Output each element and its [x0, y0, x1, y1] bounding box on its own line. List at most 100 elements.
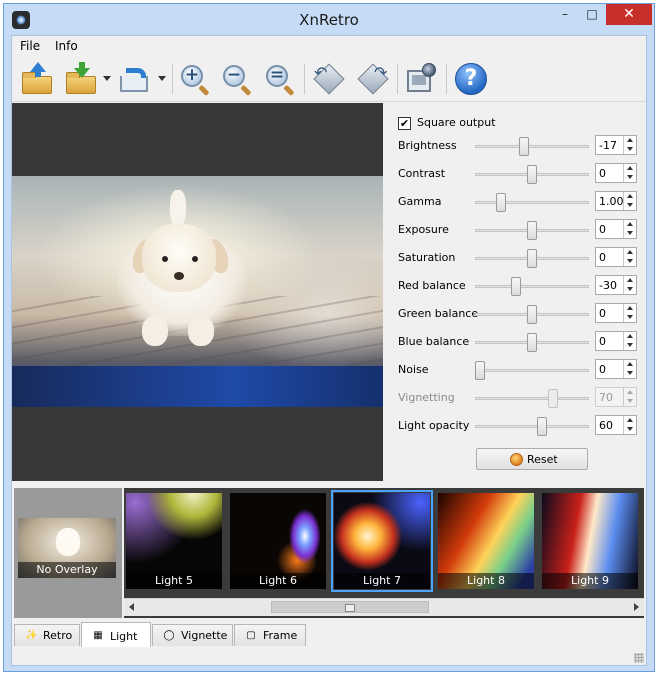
green-balance-decrement-arrow-icon[interactable]	[624, 313, 636, 322]
toolbar: + − = ↶ ↷ ?	[12, 56, 646, 102]
brightness-increment-arrow-icon[interactable]	[624, 136, 636, 145]
menu-info[interactable]: Info	[52, 39, 81, 53]
overlay-thumbnail[interactable]: Light 8	[438, 493, 534, 589]
light-grid-icon: ▦	[93, 630, 103, 641]
gamma-value: 1.00	[599, 195, 624, 208]
red-balance-slider[interactable]	[475, 285, 589, 288]
noise-slider[interactable]	[475, 369, 589, 372]
overlay-thumbnail[interactable]: Light 5	[126, 493, 222, 589]
open-button[interactable]	[20, 62, 54, 96]
tab-vignette[interactable]: ◯ Vignette	[152, 624, 233, 646]
square-output-checkbox[interactable]: ✔	[398, 117, 411, 130]
green-balance-slider-handle[interactable]	[527, 305, 537, 324]
gamma-slider-handle[interactable]	[495, 193, 506, 212]
maximize-button[interactable]: □	[579, 4, 605, 25]
gamma-decrement-arrow-icon[interactable]	[624, 201, 636, 210]
brightness-label: Brightness	[398, 139, 457, 152]
save-folder-icon	[66, 72, 96, 94]
help-button[interactable]: ?	[454, 62, 488, 96]
overlay-thumbnail[interactable]: Light 9	[542, 493, 638, 589]
blue-balance-value: 0	[599, 335, 606, 348]
resize-grip-icon[interactable]	[634, 653, 644, 663]
menu-file[interactable]: File	[17, 39, 43, 53]
tab-retro[interactable]: ✨ Retro	[14, 624, 80, 646]
save-button[interactable]	[64, 62, 98, 96]
red-balance-decrement-arrow-icon[interactable]	[624, 285, 636, 294]
no-overlay-pane: No Overlay	[14, 488, 122, 618]
blue-balance-decrement-arrow-icon[interactable]	[624, 341, 636, 350]
green-balance-spinbox[interactable]: 0	[595, 303, 637, 323]
rotate-left-button[interactable]: ↶	[312, 62, 346, 96]
contrast-decrement-arrow-icon[interactable]	[624, 173, 636, 182]
noise-slider-handle[interactable]	[475, 361, 485, 380]
share-button[interactable]	[118, 62, 152, 96]
brightness-value: -17	[599, 139, 617, 152]
gamma-spinbox[interactable]: 1.00	[595, 191, 637, 211]
vignette-icon: ◯	[163, 630, 175, 641]
noise-decrement-arrow-icon[interactable]	[624, 369, 636, 378]
red-balance-label: Red balance	[398, 279, 466, 292]
noise-increment-arrow-icon[interactable]	[624, 360, 636, 369]
zoom-out-button[interactable]: −	[220, 62, 254, 97]
no-overlay-thumbnail[interactable]: No Overlay	[18, 518, 116, 578]
saturation-decrement-arrow-icon[interactable]	[624, 257, 636, 266]
red-balance-spinbox[interactable]: -30	[595, 275, 637, 295]
overlay-thumbnail[interactable]: Light 6	[230, 493, 326, 589]
light-opacity-slider-handle[interactable]	[537, 417, 548, 436]
noise-value: 0	[599, 363, 606, 376]
zoom-fit-button[interactable]: =	[263, 62, 297, 97]
close-button[interactable]: ✕	[606, 4, 652, 25]
overlay-thumbnail[interactable]: Light 7	[331, 490, 433, 592]
light-opacity-decrement-arrow-icon[interactable]	[624, 425, 636, 434]
exposure-label: Exposure	[398, 223, 449, 236]
save-dropdown-arrow[interactable]	[103, 76, 111, 82]
light-opacity-spinbox[interactable]: 60	[595, 415, 637, 435]
red-balance-increment-arrow-icon[interactable]	[624, 276, 636, 285]
share-dropdown-arrow[interactable]	[158, 76, 166, 82]
title-bar[interactable]: XnRetro – □ ✕	[4, 4, 654, 35]
contrast-increment-arrow-icon[interactable]	[624, 164, 636, 173]
light-opacity-increment-arrow-icon[interactable]	[624, 416, 636, 425]
saturation-slider-handle[interactable]	[527, 249, 537, 268]
horizontal-scrollbar[interactable]	[124, 598, 644, 616]
contrast-slider-handle[interactable]	[527, 165, 537, 184]
scrollbar-thumb[interactable]	[271, 601, 429, 613]
tab-light[interactable]: ▦ Light	[81, 622, 151, 647]
vignetting-increment-arrow-icon	[624, 388, 636, 397]
gamma-increment-arrow-icon[interactable]	[624, 192, 636, 201]
brightness-spinbox[interactable]: -17	[595, 135, 637, 155]
brightness-decrement-arrow-icon[interactable]	[624, 145, 636, 154]
frame-icon: ▢	[246, 630, 256, 641]
brightness-slider-handle[interactable]	[518, 137, 529, 156]
scroll-left-arrow-icon[interactable]	[124, 599, 141, 616]
reset-button[interactable]: Reset	[476, 448, 588, 470]
blue-balance-slider-handle[interactable]	[527, 333, 537, 352]
noise-spinbox[interactable]: 0	[595, 359, 637, 379]
rotate-right-button[interactable]: ↷	[356, 62, 390, 96]
blue-balance-label: Blue balance	[398, 335, 470, 348]
exposure-increment-arrow-icon[interactable]	[624, 220, 636, 229]
zoom-in-button[interactable]: +	[178, 62, 212, 97]
exposure-decrement-arrow-icon[interactable]	[624, 229, 636, 238]
light-opacity-slider[interactable]	[475, 425, 589, 428]
preview-settings-button[interactable]	[404, 62, 438, 96]
tab-frame[interactable]: ▢ Frame	[234, 624, 306, 646]
blue-balance-increment-arrow-icon[interactable]	[624, 332, 636, 341]
blue-balance-spinbox[interactable]: 0	[595, 331, 637, 351]
scroll-right-arrow-icon[interactable]	[627, 599, 644, 616]
minimize-button[interactable]: –	[552, 4, 578, 25]
contrast-spinbox[interactable]: 0	[595, 163, 637, 183]
exposure-spinbox[interactable]: 0	[595, 219, 637, 239]
saturation-spinbox[interactable]: 0	[595, 247, 637, 267]
magic-wand-icon: ✨	[25, 630, 38, 641]
brightness-slider[interactable]	[475, 145, 589, 148]
exposure-slider-handle[interactable]	[527, 221, 537, 240]
gamma-slider[interactable]	[475, 201, 589, 204]
green-balance-increment-arrow-icon[interactable]	[624, 304, 636, 313]
saturation-increment-arrow-icon[interactable]	[624, 248, 636, 257]
red-balance-slider-handle[interactable]	[511, 277, 522, 296]
effect-tabs: ✨ Retro ▦ Light ◯ Vignette ▢ Frame	[12, 622, 646, 648]
image-preview-area[interactable]	[12, 103, 383, 481]
overlay-thumbnail-label: Light 8	[438, 573, 534, 589]
tab-label: Vignette	[181, 629, 228, 642]
